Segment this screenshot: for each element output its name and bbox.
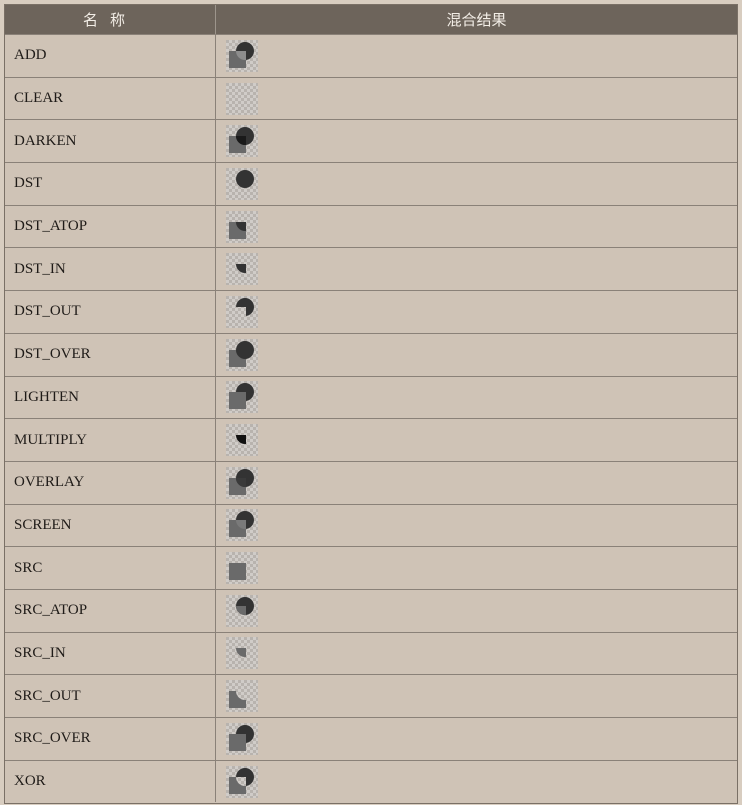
mode-result-cell: [216, 120, 737, 162]
table-row: MULTIPLY: [5, 418, 737, 461]
mode-result-cell: [216, 419, 737, 461]
header-name-column: 名称: [5, 5, 216, 34]
table-row: DST_ATOP: [5, 204, 737, 248]
mode-result-cell: [216, 35, 737, 77]
mode-name: SRC_OUT: [5, 675, 216, 717]
mode-name: SRC_ATOP: [5, 589, 216, 632]
mode-name: XOR: [5, 760, 216, 803]
mode-name: DST: [5, 163, 216, 205]
mode-name: DST_ATOP: [5, 205, 216, 248]
mode-name: DST_OVER: [5, 333, 216, 376]
table-row: CLEAR: [5, 76, 737, 120]
mode-result-cell: [216, 206, 737, 248]
table-row: DST_IN: [5, 247, 737, 291]
clear-result-icon: [226, 82, 258, 115]
src-over-result-icon: [226, 722, 258, 755]
table-row: SRC_OVER: [5, 717, 737, 760]
mode-result-cell: [216, 163, 737, 205]
mode-name: DARKEN: [5, 120, 216, 163]
darken-result-icon: [226, 125, 258, 158]
src-in-result-icon: [226, 637, 258, 670]
mode-result-cell: [216, 334, 737, 376]
lighten-result-icon: [226, 381, 258, 414]
dst-in-result-icon: [226, 253, 258, 286]
table-row: LIGHTEN: [5, 375, 737, 419]
mode-result-cell: [216, 78, 737, 120]
mode-name: DST_OUT: [5, 291, 216, 333]
add-result-icon: [226, 39, 258, 72]
table-row: XOR: [5, 759, 737, 803]
mode-name: SRC_OVER: [5, 718, 216, 760]
mode-name: CLEAR: [5, 77, 216, 120]
mode-name: DST_IN: [5, 248, 216, 291]
table-row: SCREEN: [5, 503, 737, 547]
xor-result-icon: [226, 765, 258, 798]
dst-over-result-icon: [226, 338, 258, 371]
mode-result-cell: [216, 547, 737, 589]
mode-result-cell: [216, 505, 737, 547]
mode-result-cell: [216, 718, 737, 760]
mode-result-cell: [216, 675, 737, 717]
table-row: SRC_OUT: [5, 674, 737, 717]
table-row: SRC: [5, 546, 737, 589]
mode-name: MULTIPLY: [5, 419, 216, 461]
table-row: SRC_IN: [5, 631, 737, 675]
mode-result-cell: [216, 377, 737, 419]
table-row: ADD: [5, 34, 737, 77]
mode-name: ADD: [5, 35, 216, 77]
mode-name: SRC: [5, 547, 216, 589]
mode-result-cell: [216, 761, 737, 803]
src-result-icon: [226, 552, 258, 585]
table-row: DARKEN: [5, 119, 737, 163]
table-row: DST_OVER: [5, 332, 737, 376]
mode-result-cell: [216, 462, 737, 504]
mode-result-cell: [216, 291, 737, 333]
mode-name: LIGHTEN: [5, 376, 216, 419]
dst-result-icon: [226, 167, 258, 200]
table-row: DST: [5, 162, 737, 205]
header-result-column: 混合结果: [446, 11, 507, 29]
table-row: OVERLAY: [5, 460, 737, 504]
mode-name: SRC_IN: [5, 632, 216, 675]
mode-result-cell: [216, 590, 737, 632]
table-body: ADD CLEAR DARKEN DST DST_ATOP DST_IN DST_OUT DS…: [5, 34, 737, 803]
src-atop-result-icon: [226, 594, 258, 627]
mode-name: OVERLAY: [5, 461, 216, 504]
mode-result-cell: [216, 633, 737, 675]
table-header: 名称 混合结果: [5, 5, 737, 34]
table-row: SRC_ATOP: [5, 588, 737, 632]
mode-result-cell: [216, 248, 737, 290]
src-out-result-icon: [226, 680, 258, 713]
mode-name: SCREEN: [5, 504, 216, 547]
dst-atop-result-icon: [226, 210, 258, 243]
table-row: DST_OUT: [5, 290, 737, 333]
multiply-result-icon: [226, 424, 258, 457]
overlay-result-icon: [226, 466, 258, 499]
blend-mode-table: 名称 混合结果 ADD CLEAR DARKEN DST DST_ATOP DST_IN D…: [4, 4, 738, 804]
dst-out-result-icon: [226, 295, 258, 328]
screen-result-icon: [226, 509, 258, 542]
